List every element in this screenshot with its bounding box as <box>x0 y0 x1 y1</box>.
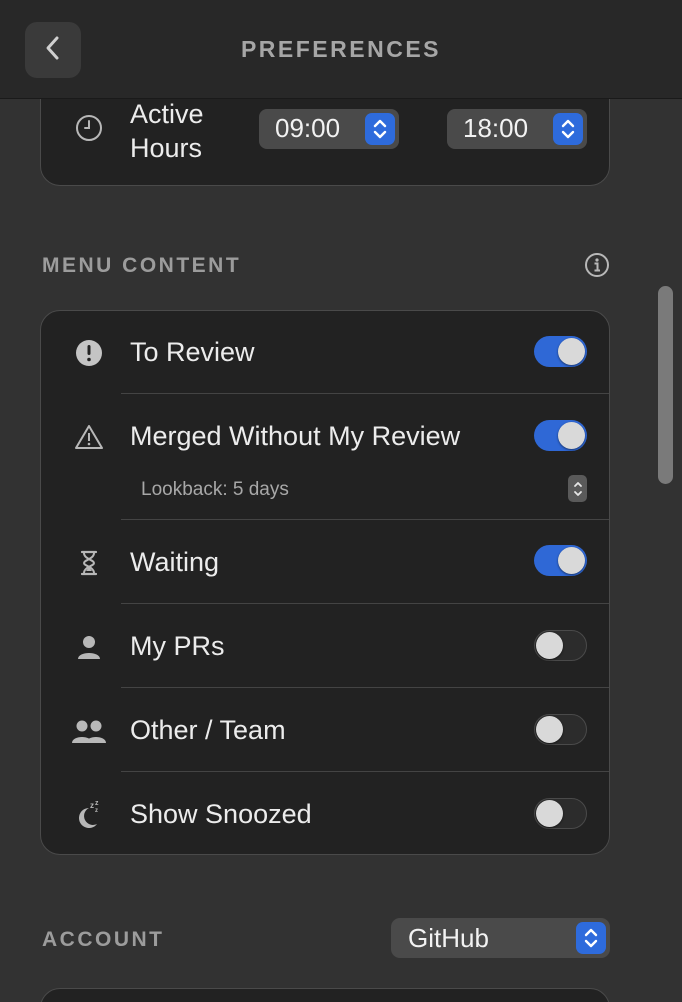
other-team-toggle[interactable] <box>534 714 587 745</box>
toggle-knob <box>536 800 563 827</box>
select-arrows-icon[interactable] <box>576 922 606 954</box>
toggle-knob <box>558 422 585 449</box>
account-card <box>40 988 610 1002</box>
exclamation-circle-icon <box>74 338 104 368</box>
svg-text:z: z <box>90 801 94 810</box>
merged-without-review-toggle[interactable] <box>534 420 587 451</box>
start-time-value: 09:00 <box>275 113 341 143</box>
to-review-label: To Review <box>130 337 255 367</box>
show-snoozed-toggle[interactable] <box>534 798 587 829</box>
merged-without-review-label: Merged Without My Review <box>130 421 461 451</box>
active-hours-label: Active Hours <box>130 97 204 165</box>
clock-icon <box>74 113 104 143</box>
title-bar: PREFERENCES <box>0 0 682 99</box>
people-icon <box>69 716 109 746</box>
divider <box>121 771 609 772</box>
account-provider-select[interactable]: GitHub <box>391 918 610 958</box>
toggle-knob <box>558 338 585 365</box>
hourglass-icon <box>74 548 104 578</box>
menu-content-card: To Review Merged Without My Review Lookb… <box>40 310 610 855</box>
active-hours-label-line2: Hours <box>130 133 203 163</box>
svg-text:z: z <box>95 808 98 814</box>
divider <box>121 687 609 688</box>
lookback-label: Lookback: 5 days <box>141 479 289 500</box>
divider <box>121 393 609 394</box>
toggle-knob <box>558 547 585 574</box>
page-title: PREFERENCES <box>240 36 442 62</box>
preferences-window: Active Hours 09:00 18:00 MENU CONTENT To… <box>0 0 682 1002</box>
start-time-stepper-arrows-icon[interactable] <box>365 113 395 145</box>
svg-text:z: z <box>95 800 99 807</box>
toggle-knob <box>536 716 563 743</box>
person-icon <box>74 632 104 662</box>
to-review-toggle[interactable] <box>534 336 587 367</box>
account-provider-value: GitHub <box>408 923 489 953</box>
show-snoozed-label: Show Snoozed <box>130 799 312 829</box>
warning-triangle-icon <box>74 422 104 452</box>
account-section-label: ACCOUNT <box>42 928 165 951</box>
other-team-label: Other / Team <box>130 715 286 745</box>
scroll-content: Active Hours 09:00 18:00 MENU CONTENT To… <box>0 0 682 1002</box>
active-hours-label-line1: Active <box>130 99 204 129</box>
start-time-stepper[interactable]: 09:00 <box>259 109 399 149</box>
lookback-stepper-arrows-icon[interactable] <box>568 475 587 502</box>
end-time-stepper-arrows-icon[interactable] <box>553 113 583 145</box>
toggle-knob <box>536 632 563 659</box>
moon-zzz-icon: zzz <box>74 799 104 829</box>
scrollbar-thumb[interactable] <box>658 286 673 484</box>
end-time-value: 18:00 <box>463 113 529 143</box>
my-prs-label: My PRs <box>130 631 225 661</box>
end-time-stepper[interactable]: 18:00 <box>447 109 587 149</box>
info-icon[interactable] <box>584 252 610 278</box>
divider <box>121 519 609 520</box>
waiting-toggle[interactable] <box>534 545 587 576</box>
menu-content-section-label: MENU CONTENT <box>42 254 242 277</box>
waiting-label: Waiting <box>130 547 220 577</box>
divider <box>121 603 609 604</box>
my-prs-toggle[interactable] <box>534 630 587 661</box>
